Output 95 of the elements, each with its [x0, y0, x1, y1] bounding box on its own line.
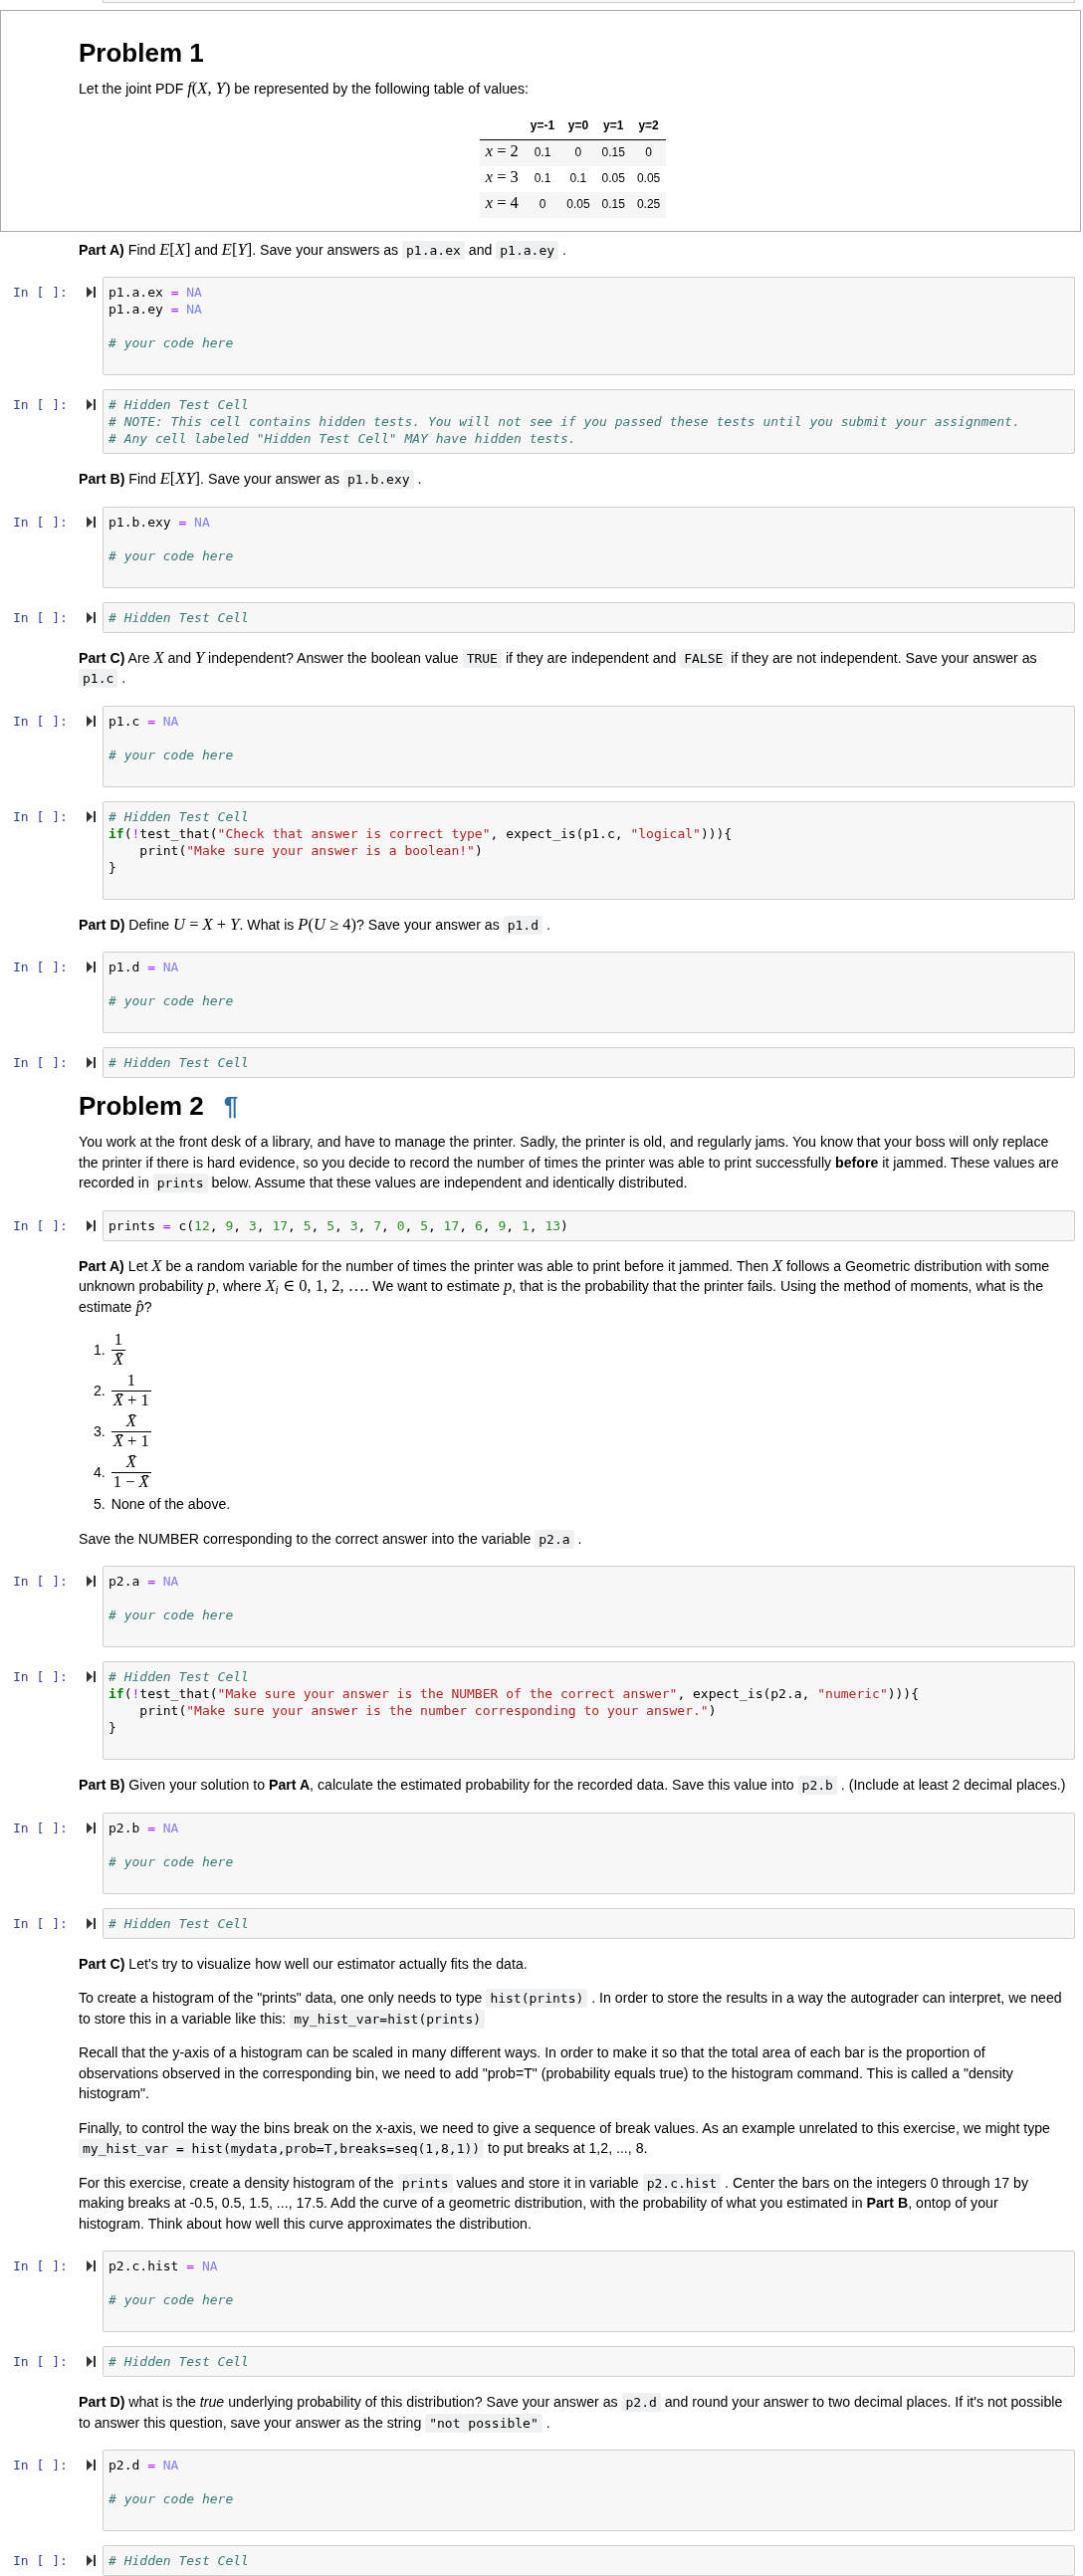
paragraph: Part D) what is the true underlying probability of this distribution? Save your answer as p2.d and round your answer to two decimal places. If it's not possible to answer this question, save your answer as the string "not possible" .	[79, 2392, 1064, 2433]
code-editor[interactable]: p1.a.ex = NA p1.a.ey = NA # your code here	[103, 277, 1075, 375]
paragraph: Part B) Given your solution to Part A, calculate the estimated probability for the recorded data. Save this value into p2.b . (Include at least 2 decimal places.)	[79, 1775, 1067, 1796]
row-header: x = 2	[479, 139, 525, 166]
column-header: y=0	[560, 112, 596, 139]
code-editor[interactable]: p1.b.exy = NA # your code here	[103, 506, 1075, 588]
step-forward-icon[interactable]	[87, 287, 96, 298]
step-forward-icon[interactable]	[87, 2555, 96, 2566]
code-editor[interactable]: # Hidden Test Cell	[103, 601, 1075, 633]
code-editor[interactable]: # Hidden Test Cell	[103, 2545, 1075, 2576]
code-editor[interactable]: prints = c(12, 9, 3, 17, 5, 5, 3, 7, 0, 5, 17, 6, 9, 1, 13)	[103, 1209, 1075, 1241]
step-forward-icon[interactable]	[87, 1917, 96, 1929]
step-forward-icon[interactable]	[87, 1057, 96, 1068]
step-forward-icon[interactable]	[87, 611, 96, 623]
option-number: 4.	[94, 1463, 106, 1483]
paragraph: Finally, to control the way the bins break on the x-axis, we need to give a sequence of break values. As an example unrelated to this exercise, we might type my_hist_var = hist(mydata,prob=T,breaks=seq(1,8,1)) to put breaks at 1,2, ..., 8.	[79, 2118, 1051, 2159]
table-cell: 0.25	[630, 191, 667, 218]
cell-prompt: In [ ]:	[13, 1914, 69, 1932]
option-number: 5.	[94, 1495, 106, 1514]
step-forward-icon[interactable]	[87, 1576, 96, 1587]
table-cell: 0.05	[560, 191, 596, 218]
table-cell: 0	[524, 191, 561, 218]
table-cell: 0.1	[524, 165, 561, 192]
column-header: y=1	[595, 112, 631, 139]
cell-prompt: In [ ]:	[13, 2257, 69, 2274]
step-forward-icon[interactable]	[87, 715, 96, 727]
code-editor[interactable]: p1.d = NA # your code here	[103, 952, 1075, 1033]
fraction: 1 X̄	[110, 1331, 125, 1370]
cell-prompt: In [ ]:	[13, 959, 69, 975]
option-text: None of the above.	[110, 1495, 231, 1514]
paragraph: Part D) Define U = X + Y. What is P(U ≥ 4)? Save your answer as p1.d .	[79, 914, 551, 935]
paragraph: You work at the front desk of a library, and have to manage the printer. Sadly, the printer is old, and regularly jams. You know that your boss will only replace the printer if there is hard evidence, so you decide to record the number of times the printer was able to print successfully before it jammed. These values are recorded in prints below. Assume that these values are independent and identically distributed.	[79, 1133, 1060, 1193]
row-header: x = 4	[479, 191, 525, 218]
option-number: 3.	[94, 1422, 106, 1442]
fraction: 1 X̄ + 1	[110, 1372, 151, 1410]
paragraph: Part C) Are X and Y independent? Answer the boolean value TRUE if they are independent and FALSE if they are not independent. Save your answer as p1.c .	[79, 647, 1038, 689]
code-editor[interactable]: # Hidden Test Cell if(!test_that("Make sure your answer is the NUMBER of the correct answer", expect_is(p2.a, "numeric"))){ print("Make sure your answer is the number corresponding to your answer.") }	[103, 1661, 1075, 1760]
table-cell: 0.05	[595, 165, 631, 192]
fraction: X̄ 1 − X̄	[110, 1453, 151, 1492]
section-heading: Problem 1	[79, 40, 204, 66]
code-editor[interactable]: # Hidden Test Cell # NOTE: This cell contains hidden tests. You will not see if you passed these tests until you submit your assignment. # Any cell labeled "Hidden Test Cell" MAY have hidden tests.	[103, 389, 1075, 454]
cell-prompt: In [ ]:	[13, 712, 69, 730]
table-cell: 0.1	[560, 165, 596, 192]
cell-prompt: In [ ]:	[13, 1819, 69, 1836]
paragraph: Let the joint PDF f(X, Y) be represented by the following table of values:	[79, 79, 530, 100]
step-forward-icon[interactable]	[87, 1822, 96, 1833]
column-header: y=2	[630, 112, 667, 139]
code-editor[interactable]: p2.d = NA # your code here	[103, 2450, 1075, 2531]
step-forward-icon[interactable]	[87, 962, 96, 972]
paragraph: Part B) Find E[XY]. Save your answer as p1.b.exy .	[79, 469, 423, 490]
cell-prompt: In [ ]:	[13, 608, 69, 626]
code-editor[interactable]: p2.c.hist = NA # your code here	[103, 2251, 1075, 2332]
code-editor[interactable]: p2.b = NA # your code here	[103, 1812, 1075, 1894]
paragraph: Part A) Find E[X] and E[Y]. Save your answers as p1.a.ex and p1.a.ey .	[79, 239, 567, 260]
cell-prompt: In [ ]:	[13, 1573, 69, 1590]
option-number: 1.	[94, 1341, 106, 1361]
code-editor[interactable]: # Hidden Test Cell if(!test_that("Check that answer is correct type", expect_is(p1.c, "logical"))){ print("Make sure your answer is a boolean!") }	[103, 800, 1075, 900]
paragraph: Part A) Let X be a random variable for the number of times the printer was able to print before it jammed. Then X follows a Geometric distribution with some unknown probability p, where X$_{i}$ ∈ 0, 1, 2, …. We want to estimate p, that is the probability that the printer fails. Using the method of moments, what is the estimate p̂?	[79, 1255, 1051, 1317]
cell-prompt: In [ ]:	[13, 2552, 69, 2569]
cell-prompt: In [ ]:	[13, 1668, 69, 1685]
fraction: X̄ X̄ + 1	[110, 1412, 151, 1451]
step-forward-icon[interactable]	[87, 1219, 96, 1231]
step-forward-icon[interactable]	[87, 2356, 96, 2367]
cell-prompt: In [ ]:	[13, 807, 69, 825]
paragraph: To create a histogram of the "prints" data, one only needs to type hist(prints) . In order to store the results in a way the autograder can interpret, we need to store this in a variable like this: my_hist_var=hist(prints)	[79, 1988, 1063, 2029]
code-editor[interactable]: # Hidden Test Cell	[103, 1907, 1075, 1939]
section-heading: Problem 2	[79, 1093, 204, 1119]
step-forward-icon[interactable]	[87, 1671, 96, 1682]
anchor-link[interactable]: ¶	[223, 1093, 239, 1119]
cell-prompt: In [ ]:	[13, 396, 69, 413]
cell-prompt: In [ ]:	[13, 2353, 69, 2370]
code-editor[interactable]: # Hidden Test Cell	[103, 1047, 1075, 1078]
paragraph: Save the NUMBER corresponding to the correct answer into the variable p2.a .	[79, 1528, 583, 1549]
paragraph: For this exercise, create a density histogram of the prints values and store it in variable p2.c.hist . Center the bars on the integers 0 through 17 by making breaks at -0.5, 0.5, 1.5, ..., 17.5. Add the curve of a geometric distribution, with the probability of what you estimated in Part B, ontop of your histogram. Think about how well this curve approximates the distribution.	[79, 2172, 1030, 2234]
row-header: x = 3	[479, 165, 525, 192]
step-forward-icon[interactable]	[87, 399, 96, 410]
column-header: y=-1	[524, 112, 561, 139]
paragraph: Recall that the y-axis of a histogram can be scaled in many different ways. In order to make it so that the total area of each bar is the proportion of observations observed in the corresponding bin, we need to add "prob=T" (probability equals true) to the histogram command. This is called a "density histogram".	[79, 2043, 1014, 2103]
table-cell: 0.05	[630, 165, 667, 192]
table-cell: 0	[560, 139, 596, 166]
step-forward-icon[interactable]	[87, 516, 96, 528]
cell-prompt: In [ ]:	[13, 284, 69, 301]
cell-prompt: In [ ]:	[13, 1054, 69, 1071]
step-forward-icon[interactable]	[87, 2460, 96, 2470]
paragraph: Part C) Let's try to visualize how well our estimator actually fits the data.	[79, 1954, 529, 1974]
code-editor[interactable]: p2.a = NA # your code here	[103, 1566, 1075, 1647]
table-cell: 0.15	[595, 191, 631, 218]
cell-prompt: In [ ]:	[13, 2457, 69, 2473]
cell-prompt: In [ ]:	[13, 513, 69, 531]
step-forward-icon[interactable]	[87, 810, 96, 822]
step-forward-icon[interactable]	[87, 2260, 96, 2271]
option-number: 2.	[94, 1382, 106, 1401]
code-editor[interactable]: # Hidden Test Cell	[103, 2346, 1075, 2377]
code-editor[interactable]: p1.c = NA # your code here	[103, 705, 1075, 787]
cell-prompt: In [ ]:	[13, 1216, 69, 1234]
